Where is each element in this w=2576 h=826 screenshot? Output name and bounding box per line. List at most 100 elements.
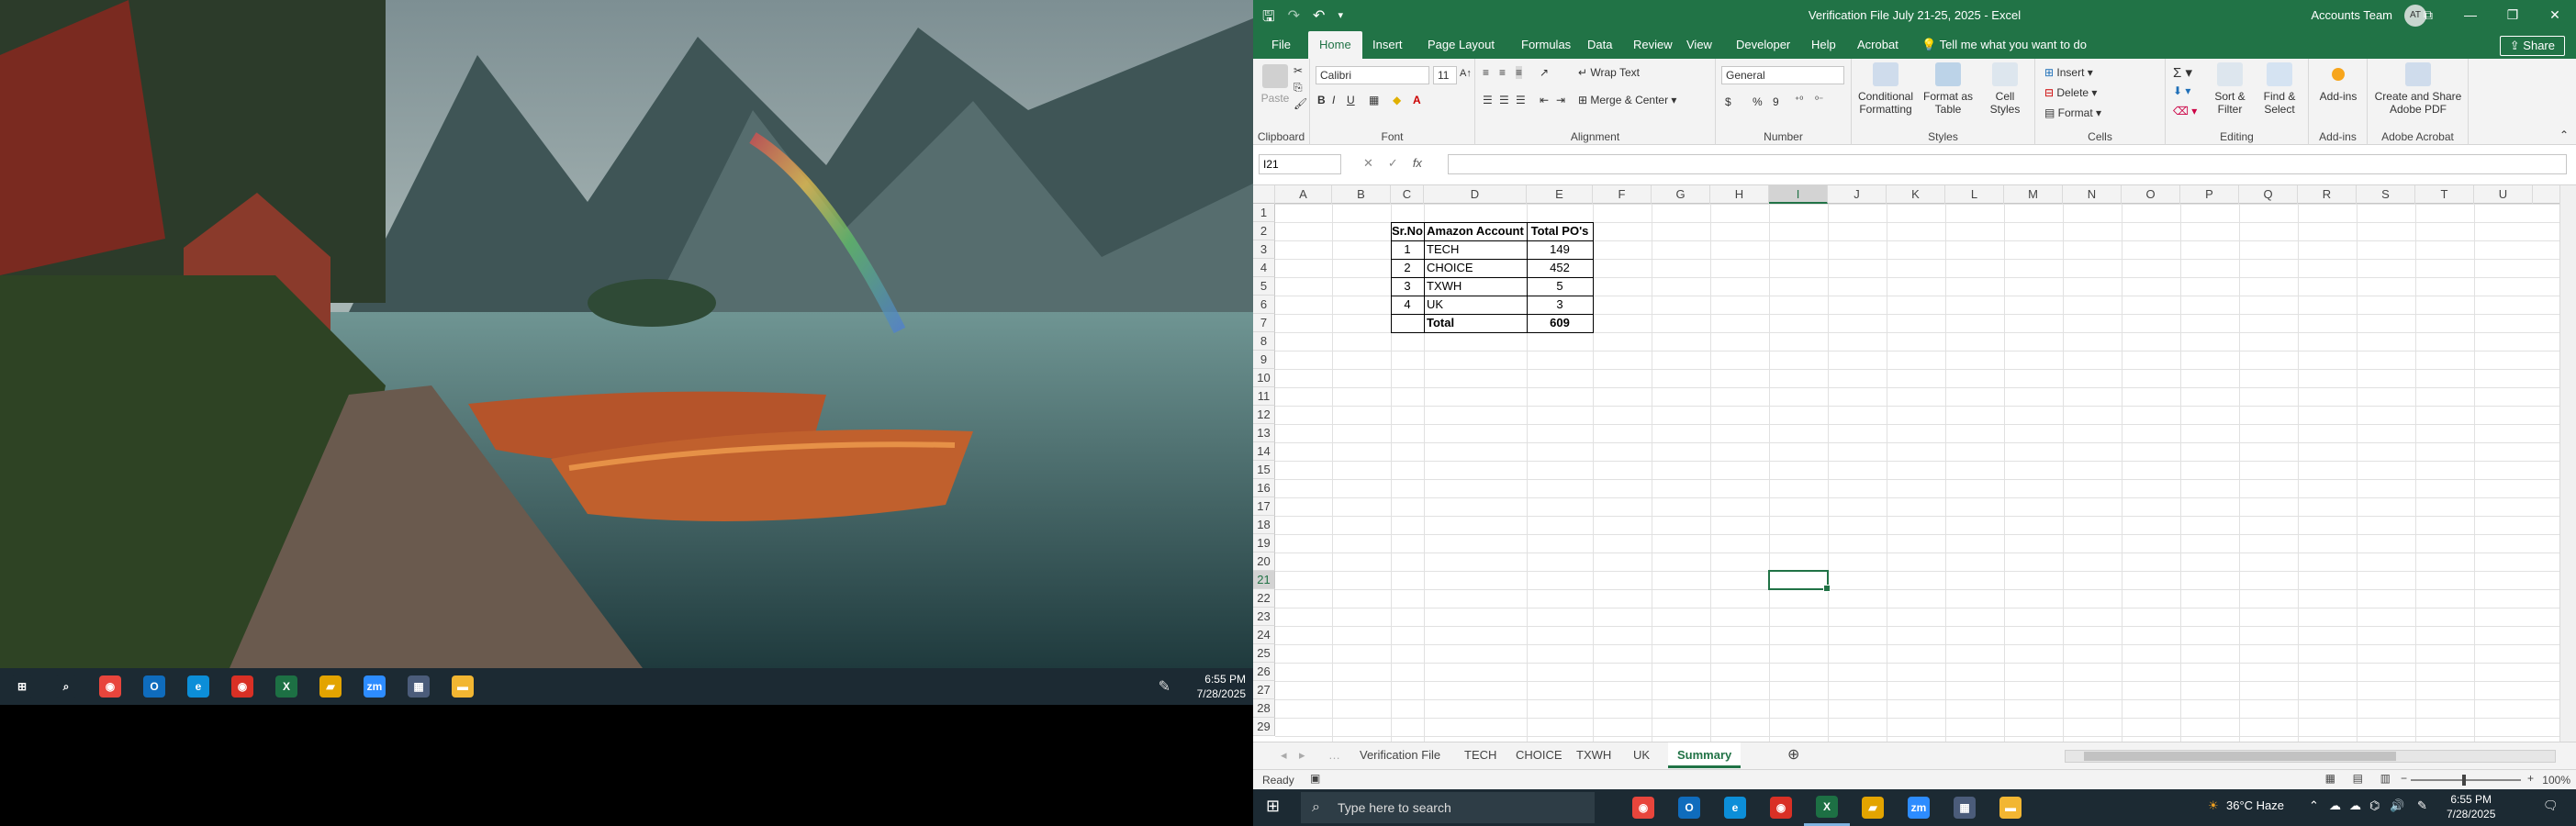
addins-button[interactable]: Add-ins <box>2314 62 2362 103</box>
select-all-corner[interactable] <box>1253 185 1275 204</box>
sheet-tab-txwh[interactable]: TXWH <box>1567 742 1620 768</box>
comma-button[interactable]: 9 <box>1773 95 1779 108</box>
decrease-decimal-icon[interactable]: ⁰⁻ <box>1815 95 1823 106</box>
zoom-slider[interactable] <box>2411 775 2521 786</box>
row-header-9[interactable]: 9 <box>1253 351 1275 369</box>
onedrive-personal-icon[interactable]: ☁ <box>2349 798 2361 813</box>
number-format-select[interactable]: General <box>1721 66 1844 84</box>
tab-developer[interactable]: Developer <box>1725 31 1801 59</box>
row-header-18[interactable]: 18 <box>1253 516 1275 534</box>
underline-button[interactable]: U <box>1347 94 1355 106</box>
format-as-table-button[interactable]: Format as Table <box>1920 62 1977 116</box>
row-header-4[interactable]: 4 <box>1253 259 1275 277</box>
tab-formulas[interactable]: Formulas <box>1510 31 1582 59</box>
row-header-26[interactable]: 26 <box>1253 663 1275 681</box>
row-header-10[interactable]: 10 <box>1253 369 1275 387</box>
tab-file[interactable]: File <box>1260 31 1302 59</box>
copy-icon[interactable]: ⎘ <box>1294 81 1303 95</box>
zoom-taskbar-button[interactable]: zm <box>353 668 397 705</box>
tab-page-layout[interactable]: Page Layout <box>1417 31 1506 59</box>
tab-view[interactable]: View <box>1675 31 1723 59</box>
align-left-icon[interactable]: ☰ <box>1483 94 1493 106</box>
cancel-formula-icon[interactable]: ✕ <box>1363 156 1373 171</box>
format-cells-button[interactable]: ▤ Format ▾ <box>2044 106 2101 119</box>
find-select-button[interactable]: Find & Select <box>2256 62 2303 116</box>
column-header-h[interactable]: H <box>1710 185 1769 204</box>
row-header-23[interactable]: 23 <box>1253 608 1275 626</box>
wrap-text-button[interactable]: ↵ Wrap Text <box>1578 66 1640 79</box>
edge-right-taskbar-button[interactable]: e <box>1712 789 1758 826</box>
outlook-right-taskbar-button[interactable]: O <box>1666 789 1712 826</box>
increase-decimal-icon[interactable]: ⁺⁰ <box>1795 95 1803 106</box>
column-header-u[interactable]: U <box>2474 185 2533 204</box>
row-header-3[interactable]: 3 <box>1253 240 1275 259</box>
row-header-14[interactable]: 14 <box>1253 442 1275 461</box>
worksheet-grid[interactable]: ABCDEFGHIJKLMNOPQRSTU 1 2 3 4 5 6 7 8 9 10 11 12 13 1… <box>1253 185 2576 742</box>
font-color-icon[interactable]: A <box>1413 94 1421 106</box>
sheet-tab-tech[interactable]: TECH <box>1455 742 1506 768</box>
left-clock[interactable]: 6:55 PM 7/28/2025 <box>1197 672 1246 701</box>
column-header-a[interactable]: A <box>1275 185 1332 204</box>
sheet-tab-choice[interactable]: CHOICE <box>1506 742 1572 768</box>
horizontal-scroll-thumb[interactable] <box>2084 752 2396 761</box>
pen-icon[interactable]: ✎ <box>1159 677 1170 696</box>
tab-acrobat[interactable]: Acrobat <box>1846 31 1910 59</box>
column-header-j[interactable]: J <box>1828 185 1887 204</box>
insert-function-icon[interactable]: fx <box>1413 156 1422 171</box>
tab-insert[interactable]: Insert <box>1361 31 1414 59</box>
italic-button[interactable]: I <box>1332 94 1335 106</box>
zoom-out-icon[interactable]: − <box>2401 772 2407 785</box>
row-header-20[interactable]: 20 <box>1253 553 1275 571</box>
accessibility-icon[interactable]: ▣ <box>1310 772 1320 785</box>
sticky-notes-right-taskbar-button[interactable]: ▰ <box>1850 789 1896 826</box>
row-header-27[interactable]: 27 <box>1253 681 1275 699</box>
row-header-1[interactable]: 1 <box>1253 204 1275 222</box>
paste-button[interactable]: Paste <box>1259 64 1292 105</box>
notifications-icon[interactable]: 🗨 <box>2543 798 2559 813</box>
show-hidden-icons[interactable]: ⌃ <box>2309 798 2319 813</box>
excel-right-taskbar-button[interactable]: X <box>1804 789 1850 826</box>
merge-center-button[interactable]: ⊞ Merge & Center ▾ <box>1578 94 1676 106</box>
column-header-i[interactable]: I <box>1769 185 1828 204</box>
minimize-icon[interactable]: — <box>2449 0 2492 31</box>
horizontal-scrollbar[interactable] <box>2065 750 2556 763</box>
column-header-k[interactable]: K <box>1887 185 1945 204</box>
restore-icon[interactable]: ❐ <box>2492 0 2534 31</box>
bold-button[interactable]: B <box>1317 94 1326 106</box>
row-header-25[interactable]: 25 <box>1253 644 1275 663</box>
decrease-indent-icon[interactable]: ⇤ <box>1540 94 1549 106</box>
row-header-24[interactable]: 24 <box>1253 626 1275 644</box>
insert-cells-button[interactable]: ⊞ Insert ▾ <box>2044 66 2093 79</box>
tab-review[interactable]: Review <box>1622 31 1684 59</box>
row-header-28[interactable]: 28 <box>1253 699 1275 718</box>
zoom-right-taskbar-button[interactable]: zm <box>1896 789 1942 826</box>
column-header-m[interactable]: M <box>2004 185 2063 204</box>
conditional-formatting-button[interactable]: Conditional Formatting <box>1855 62 1916 116</box>
column-header-d[interactable]: D <box>1424 185 1527 204</box>
row-header-21[interactable]: 21 <box>1253 571 1275 589</box>
top-align-icon[interactable]: ≡ <box>1483 66 1489 79</box>
font-name-select[interactable]: Calibri <box>1316 66 1429 84</box>
tell-me-search[interactable]: 💡 Tell me what you want to do <box>1921 31 2087 59</box>
row-header-5[interactable]: 5 <box>1253 277 1275 296</box>
account-name[interactable]: Accounts Team <box>2311 8 2392 22</box>
row-header-6[interactable]: 6 <box>1253 296 1275 314</box>
share-button[interactable]: ⇪ Share <box>2499 36 2565 56</box>
fill-icon[interactable]: ⬇ ▾ <box>2173 84 2190 97</box>
tab-home[interactable]: Home <box>1308 31 1362 59</box>
increase-indent-icon[interactable]: ⇥ <box>1556 94 1565 106</box>
weather-text[interactable]: 36°C Haze <box>2226 798 2284 812</box>
sheet-tab-summary[interactable]: Summary <box>1668 742 1742 768</box>
cell-styles-button[interactable]: Cell Styles <box>1980 62 2030 116</box>
page-break-view-icon[interactable]: ▥ <box>2380 772 2391 785</box>
sticky-notes-taskbar-button[interactable]: ▰ <box>308 668 353 705</box>
currency-button[interactable]: $ <box>1725 95 1731 108</box>
grow-font-icon[interactable]: A↑ <box>1460 68 1472 79</box>
column-header-s[interactable]: S <box>2357 185 2415 204</box>
close-icon[interactable]: ✕ <box>2534 0 2576 31</box>
column-header-l[interactable]: L <box>1945 185 2004 204</box>
middle-align-icon[interactable]: ≡ <box>1499 66 1506 79</box>
column-header-o[interactable]: O <box>2122 185 2180 204</box>
column-header-p[interactable]: P <box>2180 185 2239 204</box>
row-header-12[interactable]: 12 <box>1253 406 1275 424</box>
